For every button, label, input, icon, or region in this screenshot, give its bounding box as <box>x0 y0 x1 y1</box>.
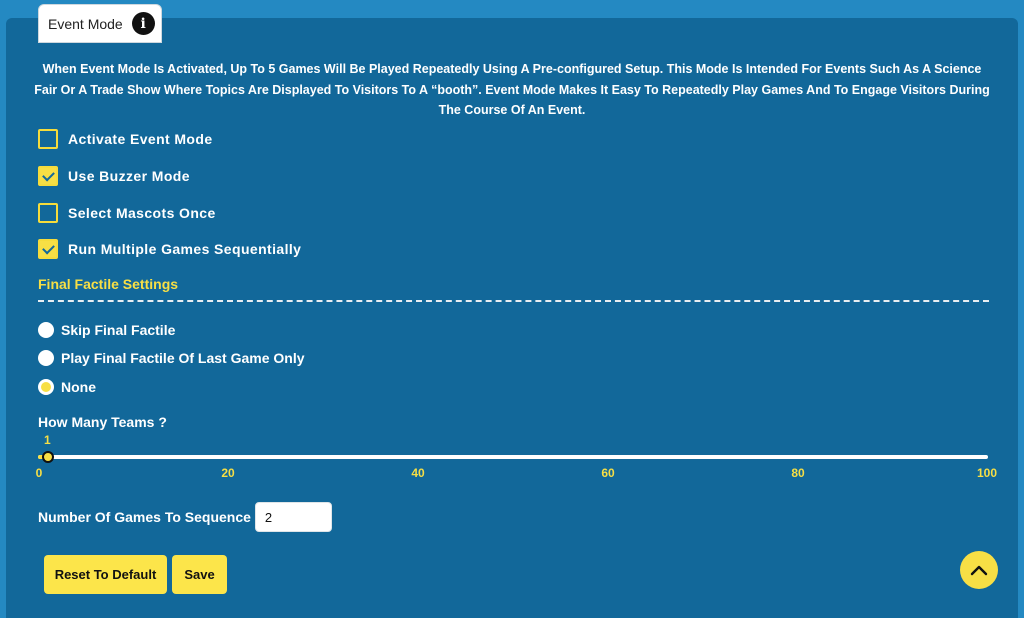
slider-tick-label: 0 <box>35 466 43 480</box>
use-buzzer-mode-option[interactable]: Use Buzzer Mode <box>38 166 190 186</box>
scroll-to-top-button[interactable] <box>960 551 998 589</box>
use-buzzer-mode-checkbox[interactable] <box>38 166 58 186</box>
checkmark-icon <box>41 241 55 254</box>
play-final-factile-last-game-option[interactable]: Play Final Factile Of Last Game Only <box>38 349 305 367</box>
slider-tick-label: 40 <box>411 466 425 480</box>
skip-final-factile-radio[interactable] <box>38 322 54 338</box>
final-factile-settings-title: Final Factile Settings <box>38 276 179 292</box>
skip-final-factile-label: Skip Final Factile <box>61 322 176 338</box>
play-final-factile-last-game-label: Play Final Factile Of Last Game Only <box>61 350 305 366</box>
play-final-factile-last-game-radio[interactable] <box>38 350 54 366</box>
select-mascots-once-checkbox[interactable] <box>38 203 58 223</box>
slider-tick-label: 100 <box>976 466 998 480</box>
skip-final-factile-option[interactable]: Skip Final Factile <box>38 321 175 339</box>
activate-event-mode-checkbox[interactable] <box>38 129 58 149</box>
run-multiple-games-label: Run Multiple Games Sequentially <box>68 241 302 257</box>
reset-to-default-button[interactable]: Reset To Default <box>44 555 167 594</box>
tab-label: Event Mode <box>48 15 123 32</box>
use-buzzer-mode-label: Use Buzzer Mode <box>68 168 190 184</box>
checkmark-icon <box>41 168 55 181</box>
run-multiple-games-option[interactable]: Run Multiple Games Sequentially <box>38 239 301 259</box>
select-mascots-once-label: Select Mascots Once <box>68 205 216 221</box>
select-mascots-once-option[interactable]: Select Mascots Once <box>38 203 216 223</box>
games-to-sequence-label: Number Of Games To Sequence <box>38 509 251 525</box>
tab-event-mode[interactable]: Event Mode i <box>38 4 162 43</box>
teams-slider-track[interactable] <box>38 455 988 459</box>
none-option[interactable]: None <box>38 378 96 396</box>
event-mode-description: When Event Mode Is Activated, Up To 5 Ga… <box>34 62 990 117</box>
run-multiple-games-checkbox[interactable] <box>38 239 58 259</box>
slider-tick-label: 20 <box>221 466 235 480</box>
activate-event-mode-label: Activate Event Mode <box>68 131 213 147</box>
dashed-divider <box>38 300 989 302</box>
slider-tick-label: 80 <box>791 466 805 480</box>
save-button[interactable]: Save <box>172 555 227 594</box>
slider-tick-label: 60 <box>601 466 615 480</box>
slider-value-label: 1 <box>44 433 51 447</box>
chevron-up-icon <box>970 565 988 576</box>
activate-event-mode-option[interactable]: Activate Event Mode <box>38 129 213 149</box>
games-to-sequence-input[interactable] <box>254 502 332 532</box>
info-icon[interactable]: i <box>131 12 155 35</box>
none-radio[interactable] <box>38 379 54 395</box>
teams-slider-thumb[interactable] <box>41 451 54 463</box>
how-many-teams-label: How Many Teams ? <box>38 414 167 430</box>
none-label: None <box>61 379 96 395</box>
games-to-sequence-row: Number Of Games To Sequence <box>38 502 332 532</box>
